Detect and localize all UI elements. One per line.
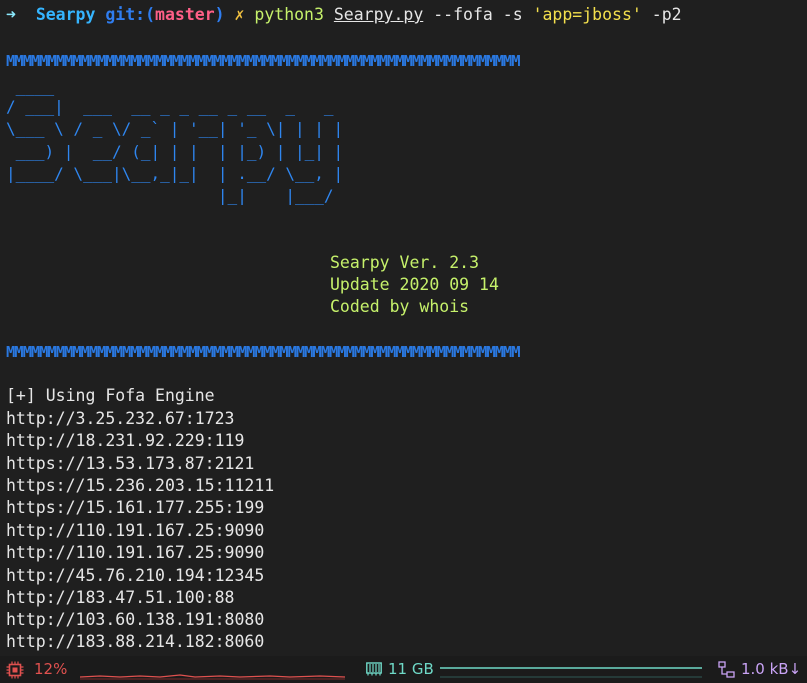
- ascii-art-line: ____: [6, 77, 55, 96]
- result-line: http://110.191.167.25:9090: [6, 543, 265, 562]
- banner-author: Coded by whois: [330, 297, 470, 316]
- cpu-usage-graph: [80, 674, 345, 680]
- ascii-art-line: |____/ \___|\__,_|_| | .__/ \__, |: [6, 164, 344, 183]
- command-name: python3: [254, 5, 324, 24]
- cpu-usage: 12%: [34, 660, 68, 678]
- cpu-chip-icon: [6, 661, 24, 679]
- memory-usage-graph: [440, 667, 702, 678]
- banner-update: Update 2020 09 14: [330, 275, 499, 294]
- status-bar: 12% 11 GB 1.0 kB↓: [0, 656, 807, 683]
- ascii-art-line: |_| |___/: [6, 186, 334, 205]
- separator-bottom: MMMMMMMMMMMMMMMMMMMMMMMMMMMMMMMMMMMMMMMM…: [6, 343, 521, 361]
- command-string-arg: 'app=jboss': [532, 5, 642, 24]
- result-line: http://183.47.51.100:88: [6, 588, 235, 607]
- result-line: http://45.76.210.194:12345: [6, 566, 265, 585]
- prompt-git-close: ): [214, 5, 225, 24]
- prompt-arrow-icon: ➜: [6, 5, 16, 24]
- result-line: http://103.60.138.191:8080: [6, 610, 265, 629]
- result-line: http://183.88.214.182:8060: [6, 632, 265, 651]
- result-line: https://15.236.203.15:11211: [6, 476, 275, 495]
- separator-top: MMMMMMMMMMMMMMMMMMMMMMMMMMMMMMMMMMMMMMMM…: [6, 52, 521, 70]
- command-page-arg: -p2: [651, 5, 682, 24]
- ascii-art-line: / ___| ___ __ _ _ __ _ __ _ _: [6, 97, 334, 116]
- command-file: Searpy.py: [333, 5, 424, 24]
- memory-usage: 11 GB: [388, 660, 434, 678]
- result-line: https://13.53.173.87:2121: [6, 454, 255, 473]
- prompt-git-label: git:(: [105, 5, 156, 24]
- command-args: --fofa -s: [433, 5, 523, 24]
- prompt-directory: Searpy: [35, 5, 96, 24]
- network-icon: [718, 661, 735, 678]
- ascii-art-line: \___ \ / _ \/ _` | '__| '_ \| | | |: [6, 119, 344, 138]
- memory-icon: [366, 662, 382, 676]
- prompt-dirty-mark: ✗: [234, 5, 245, 24]
- result-line: http://18.231.92.229:119: [6, 431, 245, 450]
- ascii-art-line: ___) | __/ (_| | | | |_) | |_| |: [6, 142, 344, 161]
- terminal-window[interactable]: ➜ Searpy git:(master) ✗ python3 Searpy.p…: [0, 0, 807, 656]
- result-line: http://3.25.232.67:1723: [6, 409, 235, 428]
- banner-version: Searpy Ver. 2.3: [330, 253, 480, 272]
- network-speed: 1.0 kB↓: [741, 660, 802, 678]
- result-line: https://15.161.177.255:199: [6, 498, 265, 517]
- command-prompt-line: ➜ Searpy git:(master) ✗ python3 Searpy.p…: [6, 4, 682, 26]
- prompt-git-branch: master: [155, 5, 215, 24]
- result-line: http://110.191.167.25:9090: [6, 521, 265, 540]
- engine-status-line: [+] Using Fofa Engine: [6, 386, 215, 405]
